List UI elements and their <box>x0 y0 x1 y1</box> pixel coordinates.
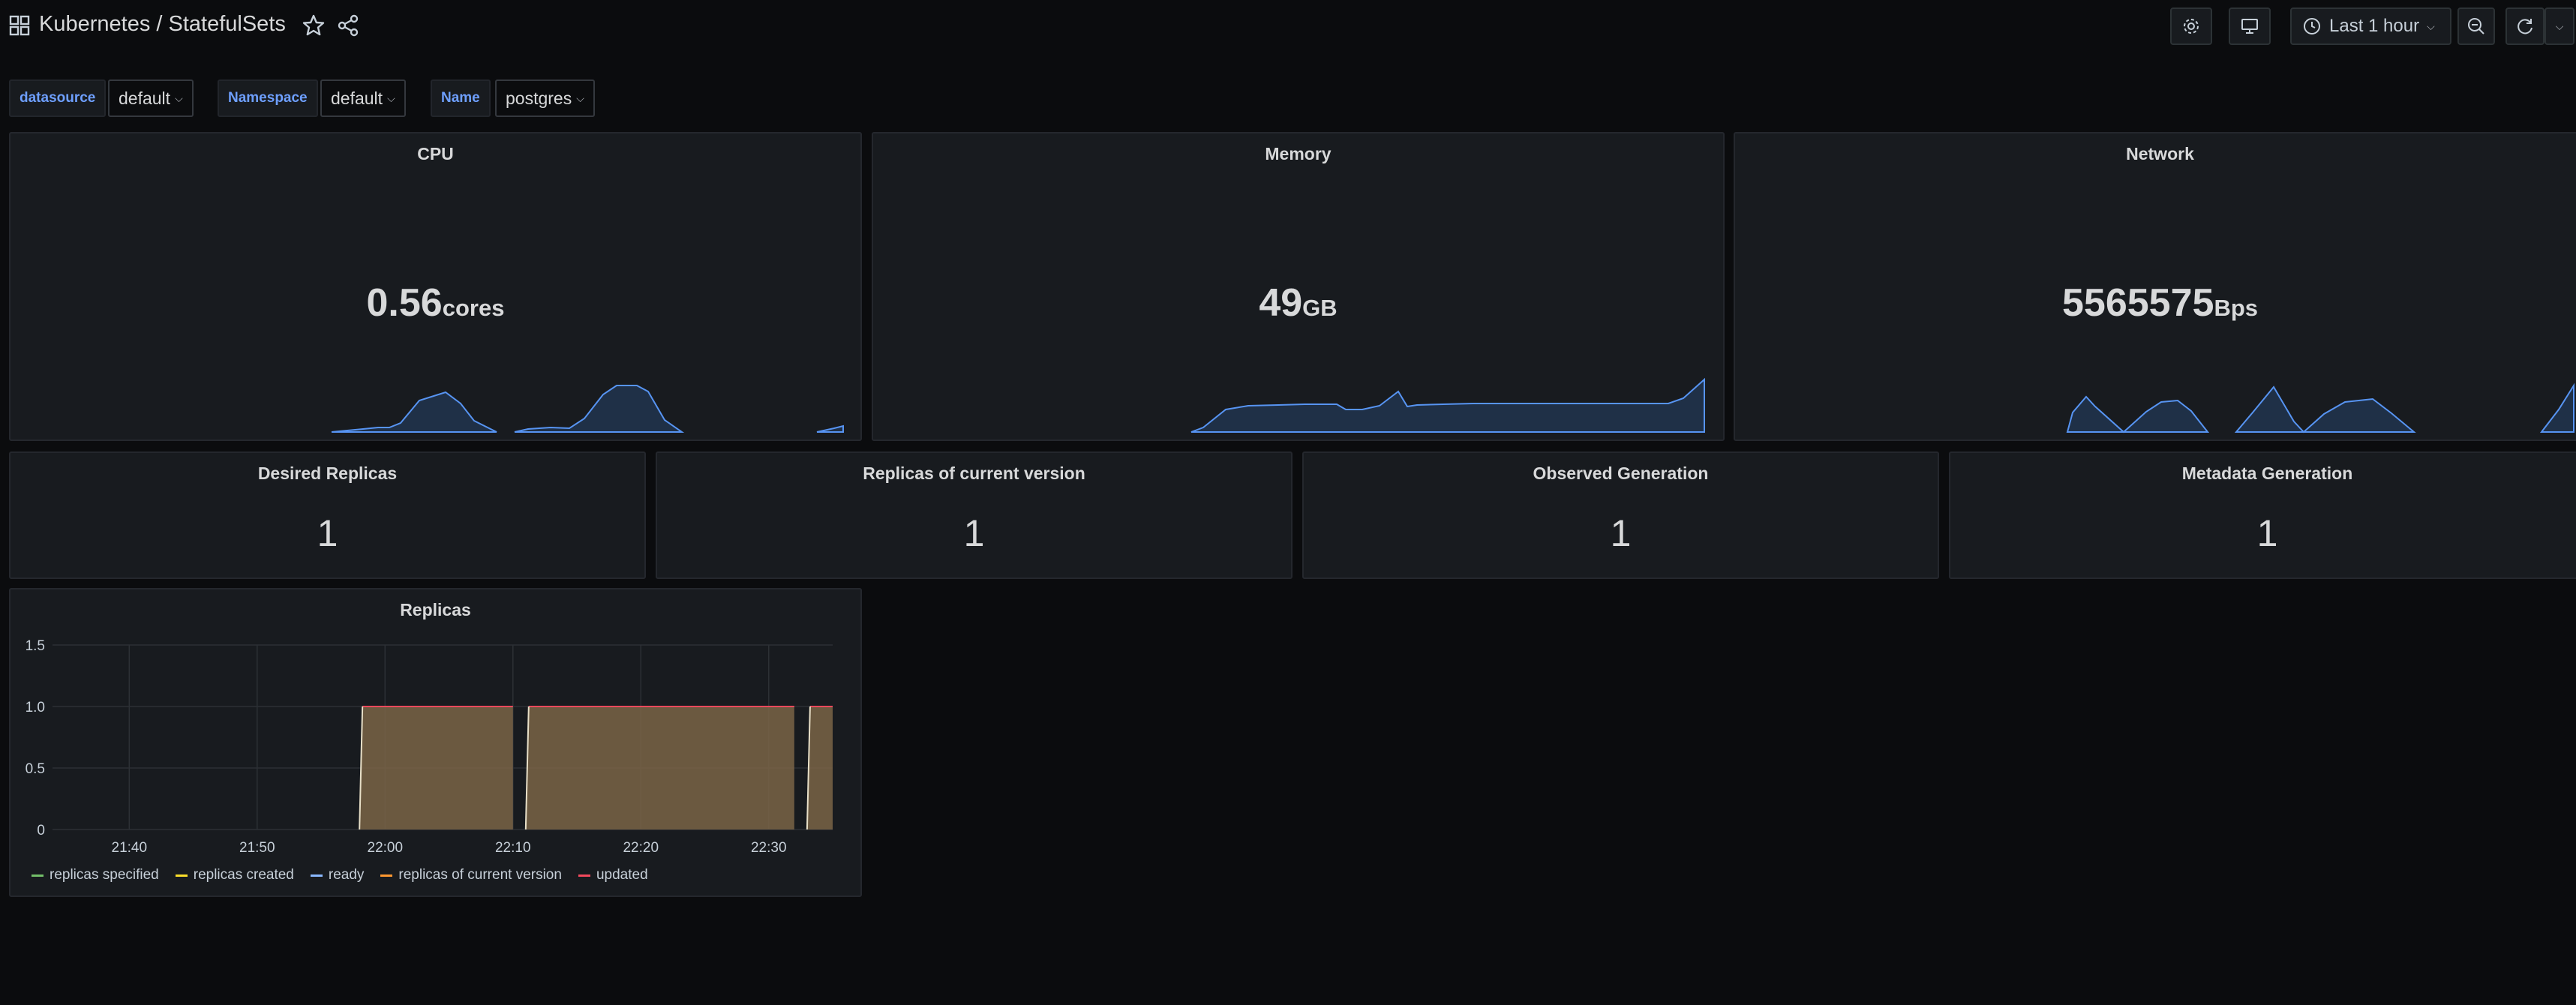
legend-swatch <box>380 874 393 877</box>
panel-title[interactable]: CPU <box>11 144 860 164</box>
replicas-area-segment <box>359 706 513 830</box>
stat-value: 1 <box>963 512 985 554</box>
cpu-panel: CPU 0.56cores <box>9 132 862 441</box>
legend-swatch <box>175 874 188 877</box>
desired-replicas-panel: Desired Replicas 1 <box>9 452 646 579</box>
top-bar: Kubernetes / StatefulSets Last 1 hour ⌵ … <box>0 0 2576 52</box>
legend-label: replicas created <box>193 867 294 883</box>
legend-item[interactable]: updated <box>578 867 648 884</box>
y-tick-label: 1.0 <box>26 700 45 716</box>
current-version-replicas-panel: Replicas of current version 1 <box>656 452 1293 579</box>
chevron-down-icon: ⌵ <box>2427 20 2435 32</box>
share-icon[interactable] <box>336 14 360 38</box>
variable-select-datasource[interactable]: default ⌵ <box>108 80 194 117</box>
refresh-icon <box>2517 19 2532 34</box>
legend-label: replicas of current version <box>398 867 562 883</box>
chevron-down-icon: ⌵ <box>2555 20 2564 32</box>
clock-icon <box>2304 18 2320 34</box>
x-tick-label: 22:30 <box>751 840 787 856</box>
replicas-panel: Replicas 0 0.5 1.0 1.5 21:40 21:50 22:00 22:10 2… <box>9 588 862 897</box>
memory-stat-value: 49GB <box>873 280 1723 326</box>
variable-value: postgres <box>506 88 572 108</box>
cpu-sparkline <box>331 385 844 433</box>
gear-icon <box>2184 19 2199 34</box>
memory-panel: Memory 49GB <box>872 132 1725 441</box>
replicas-area-segment <box>525 706 794 830</box>
panel-title[interactable]: Observed Generation <box>1304 464 1938 484</box>
legend-item[interactable]: replicas of current version <box>380 867 562 884</box>
dashboards-grid-icon[interactable] <box>9 15 30 36</box>
legend-swatch <box>578 874 590 877</box>
y-tick-label: 0.5 <box>26 761 45 777</box>
legend-item[interactable]: replicas created <box>175 867 294 884</box>
legend-item[interactable]: replicas specified <box>32 867 159 884</box>
dashboard-title[interactable]: Kubernetes / StatefulSets <box>39 12 286 37</box>
x-tick-label: 21:40 <box>112 840 148 856</box>
stat-unit: cores <box>442 295 505 321</box>
chevron-down-icon: ⌵ <box>576 92 584 104</box>
variable-select-namespace[interactable]: default ⌵ <box>320 80 406 117</box>
panel-title[interactable]: Memory <box>873 144 1723 164</box>
time-range-label: Last 1 hour <box>2329 16 2420 36</box>
legend-label: ready <box>328 867 365 883</box>
replicas-chart: 0 0.5 1.0 1.5 21:40 21:50 22:00 22:10 22:20 22:30 <box>26 638 833 856</box>
variable-label-datasource: datasource <box>9 80 107 117</box>
variable-value: default <box>119 88 171 108</box>
refresh-button[interactable] <box>2505 8 2544 45</box>
variable-label-namespace: Namespace <box>218 80 318 117</box>
x-tick-label: 22:00 <box>368 840 404 856</box>
chevron-down-icon: ⌵ <box>175 92 183 104</box>
legend-swatch <box>310 874 323 877</box>
network-panel: Network 5565575Bps <box>1734 132 2576 441</box>
legend-label: replicas specified <box>50 867 159 883</box>
x-tick-label: 22:20 <box>623 840 659 856</box>
settings-button[interactable] <box>2170 8 2212 45</box>
cpu-stat-value: 0.56cores <box>11 280 860 326</box>
refresh-interval-dropdown[interactable]: ⌵ <box>2544 8 2574 45</box>
panel-title[interactable]: Network <box>1735 144 2576 164</box>
stat-unit: GB <box>1302 295 1338 321</box>
y-tick-label: 1.5 <box>26 638 45 654</box>
replicas-area-segment <box>806 706 833 830</box>
stat-number: 49 <box>1259 281 1303 325</box>
variable-label-name: Name <box>431 80 491 117</box>
network-sparkline <box>2066 382 2574 434</box>
observed-generation-panel: Observed Generation 1 <box>1302 452 1939 579</box>
metadata-generation-panel: Metadata Generation 1 <box>1949 452 2576 579</box>
legend-item[interactable]: ready <box>310 867 365 884</box>
memory-sparkline <box>1190 377 1705 433</box>
legend-swatch <box>32 874 44 877</box>
monitor-icon <box>2241 19 2258 34</box>
chart-legend: replicas specified replicas created ready r… <box>32 867 648 884</box>
panel-title[interactable]: Replicas of current version <box>657 464 1291 484</box>
network-stat-value: 5565575Bps <box>1735 280 2576 326</box>
zoom-out-icon <box>2468 18 2484 34</box>
panel-title[interactable]: Metadata Generation <box>1950 464 2576 484</box>
stat-number: 5565575 <box>2061 281 2214 325</box>
stat-unit: Bps <box>2214 295 2259 321</box>
variable-value: default <box>331 88 383 108</box>
stat-value: 1 <box>2256 512 2278 554</box>
tv-mode-button[interactable] <box>2229 8 2271 45</box>
x-tick-label: 21:50 <box>239 840 275 856</box>
zoom-out-button[interactable] <box>2457 8 2495 45</box>
stat-value: 1 <box>317 512 338 554</box>
time-range-picker[interactable]: Last 1 hour ⌵ <box>2290 8 2451 45</box>
x-tick-label: 22:10 <box>495 840 531 856</box>
stat-value: 1 <box>1610 512 1632 554</box>
variable-select-name[interactable]: postgres ⌵ <box>495 80 595 117</box>
stat-number: 0.56 <box>366 281 443 325</box>
panel-title[interactable]: Desired Replicas <box>11 464 644 484</box>
star-icon[interactable] <box>302 14 326 38</box>
chevron-down-icon: ⌵ <box>387 92 395 104</box>
legend-label: updated <box>596 867 648 883</box>
y-tick-label: 0 <box>37 823 45 838</box>
